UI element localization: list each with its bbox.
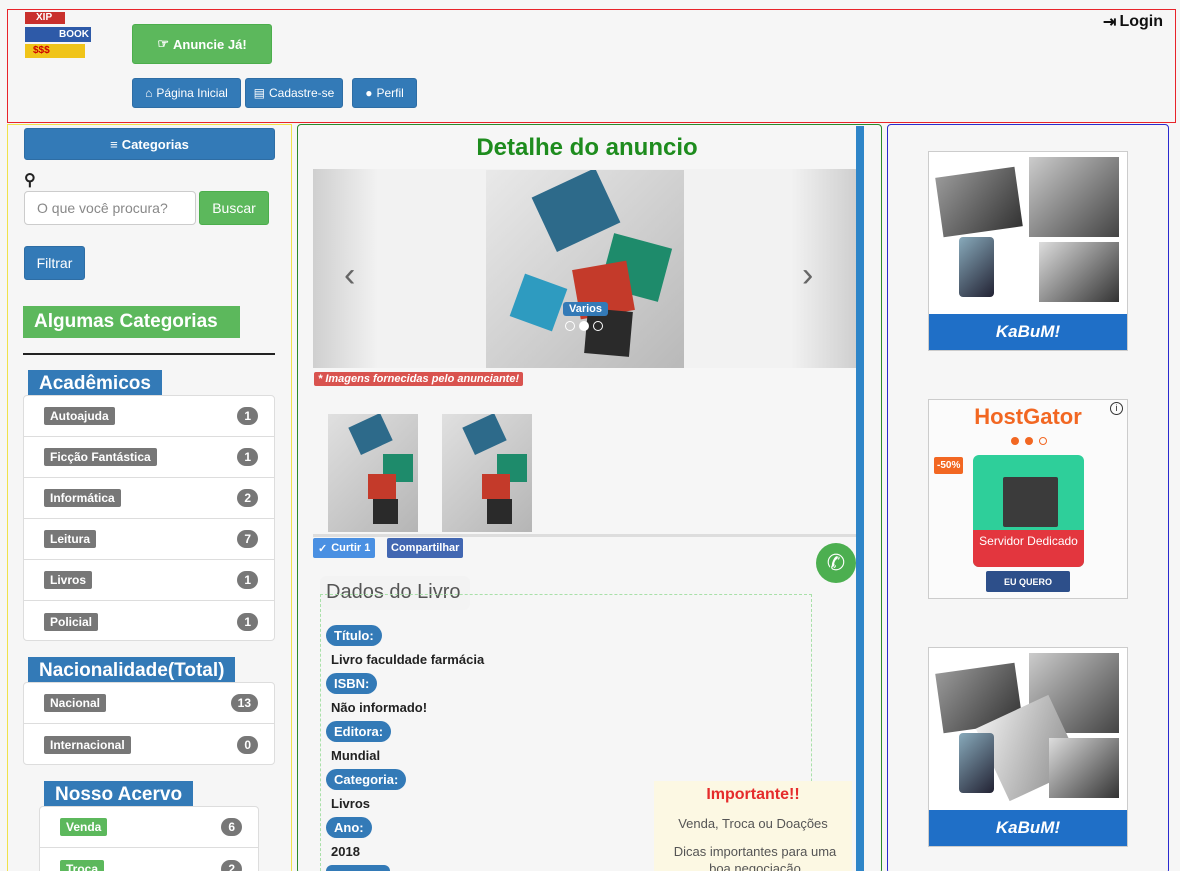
sign-in-icon: ⇥ xyxy=(1103,14,1117,31)
like-button[interactable]: ✓ Curtir 1 xyxy=(313,538,376,558)
list-item[interactable]: Leitura 7 xyxy=(24,519,274,560)
eu-quero-button[interactable]: EU QUERO xyxy=(986,571,1070,592)
search-button[interactable]: Buscar xyxy=(199,191,269,225)
info-icon[interactable]: i xyxy=(1110,402,1123,415)
thumbnail[interactable] xyxy=(442,414,532,532)
field-value-categoria: Livros xyxy=(331,796,371,811)
thumbnail[interactable] xyxy=(328,414,418,532)
filter-button[interactable]: Filtrar xyxy=(24,246,85,280)
hand-pointer-icon: ☞ xyxy=(157,36,169,51)
carousel-dot-active[interactable] xyxy=(579,321,589,331)
nav-pagina-inicial[interactable]: ⌂ Página Inicial xyxy=(132,78,241,108)
chevron-left-icon[interactable]: ‹ xyxy=(344,256,355,295)
list-icon: ▤ xyxy=(253,86,265,100)
field-value-isbn: Não informado! xyxy=(331,700,428,715)
check-icon: ✓ xyxy=(318,542,328,555)
hostgator-logo: HostGator xyxy=(974,404,1082,429)
chevron-right-icon[interactable]: › xyxy=(802,256,813,295)
list-item[interactable]: Troca 2 xyxy=(40,848,258,871)
categories-button[interactable]: ≡ Categorias xyxy=(24,128,275,160)
hostgator-product: Servidor Dedicado xyxy=(973,530,1084,567)
list-item[interactable]: Nacional 13 xyxy=(24,683,274,724)
count-badge: 7 xyxy=(237,530,258,548)
important-box: Importante!! Venda, Troca ou Doações Dic… xyxy=(654,781,852,871)
field-label-ano: Ano: xyxy=(326,817,372,838)
kabum-ad-2[interactable]: KaBuM! xyxy=(928,647,1128,847)
count-badge: 1 xyxy=(237,407,258,425)
carousel-dot[interactable] xyxy=(593,321,603,331)
count-badge: 6 xyxy=(221,818,242,836)
logo-line-1: XIP xyxy=(25,12,65,24)
whatsapp-icon[interactable]: ✆ xyxy=(816,543,856,583)
nav-cadastre-se[interactable]: ▤ Cadastre-se xyxy=(245,78,343,108)
count-badge: 13 xyxy=(230,694,258,712)
page-title: Detalhe do anuncio xyxy=(476,134,698,161)
divider xyxy=(313,534,856,537)
home-icon: ⌂ xyxy=(145,86,153,100)
algumas-categorias-title: Algumas Categorias xyxy=(23,306,240,338)
kabum-logo: KaBuM! xyxy=(995,818,1061,837)
anuncie-button[interactable]: ☞ Anuncie Já! xyxy=(132,24,272,64)
academicos-title: Acadêmicos xyxy=(28,370,162,398)
count-badge: 1 xyxy=(237,448,258,466)
kabum-logo: KaBuM! xyxy=(995,322,1061,341)
nacionalidade-list: Nacional 13 Internacional 0 xyxy=(23,682,275,765)
important-line1: Venda, Troca ou Doações xyxy=(678,816,828,831)
logo-line-2: BOOK xyxy=(25,27,91,42)
search-input[interactable] xyxy=(24,191,196,225)
bars-icon: ≡ xyxy=(110,136,118,152)
share-button[interactable]: Compartilhar xyxy=(387,538,464,558)
field-label-next xyxy=(326,865,390,871)
field-label-isbn: ISBN: xyxy=(326,673,378,694)
discount-badge: -50% xyxy=(934,457,964,474)
divider xyxy=(23,353,275,355)
image-note: * Imagens fornecidas pelo anunciante! xyxy=(314,372,524,386)
count-badge: 2 xyxy=(221,859,242,871)
hostgator-ad[interactable]: HostGator i -50% Servidor Dedicado EU QU… xyxy=(928,399,1128,599)
user-icon: ● xyxy=(365,86,373,100)
site-logo[interactable]: XIP BOOK $$$ xyxy=(25,12,91,59)
login-link[interactable]: ⇥ Login xyxy=(1103,12,1163,32)
list-item[interactable]: Informática 2 xyxy=(24,478,274,519)
logo-line-3: $$$ xyxy=(25,44,85,58)
scrollbar[interactable] xyxy=(856,126,864,871)
list-item[interactable]: Internacional 0 xyxy=(24,724,274,765)
field-value-titulo: Livro faculdade farmácia xyxy=(331,652,485,667)
kabum-ad-1[interactable]: KaBuM! xyxy=(928,151,1128,351)
list-item[interactable]: Venda 6 xyxy=(40,807,258,848)
academicos-list: Autoajuda 1 Ficção Fantástica 1 Informátic… xyxy=(23,395,275,641)
book-photo xyxy=(486,170,684,368)
count-badge: 0 xyxy=(237,735,258,754)
field-value-editora: Mundial xyxy=(331,748,381,763)
count-badge: 2 xyxy=(237,489,258,507)
field-label-editora: Editora: xyxy=(326,721,392,742)
list-item[interactable]: Livros 1 xyxy=(24,560,274,601)
field-label-categoria: Categoria: xyxy=(326,769,407,790)
list-item[interactable]: Policial 1 xyxy=(24,601,274,642)
field-label-titulo: Título: xyxy=(326,625,382,646)
nacionalidade-title: Nacionalidade(Total) xyxy=(28,657,236,685)
list-item[interactable]: Ficção Fantástica 1 xyxy=(24,437,274,478)
search-icon: ⚲ xyxy=(24,172,36,189)
carousel-dot[interactable] xyxy=(565,321,575,331)
count-badge: 1 xyxy=(237,571,258,589)
important-title: Importante!! xyxy=(706,786,800,803)
nav-perfil[interactable]: ● Perfil xyxy=(352,78,417,108)
acervo-list: Venda 6 Troca 2 xyxy=(39,806,259,871)
acervo-title: Nosso Acervo xyxy=(44,781,194,809)
count-badge: 1 xyxy=(237,612,258,631)
list-item[interactable]: Autoajuda 1 xyxy=(24,396,274,437)
important-line2: Dicas importantes para uma boa negociaçã… xyxy=(673,844,837,871)
field-value-ano: 2018 xyxy=(331,844,360,859)
carousel-caption: Varios xyxy=(563,302,609,316)
